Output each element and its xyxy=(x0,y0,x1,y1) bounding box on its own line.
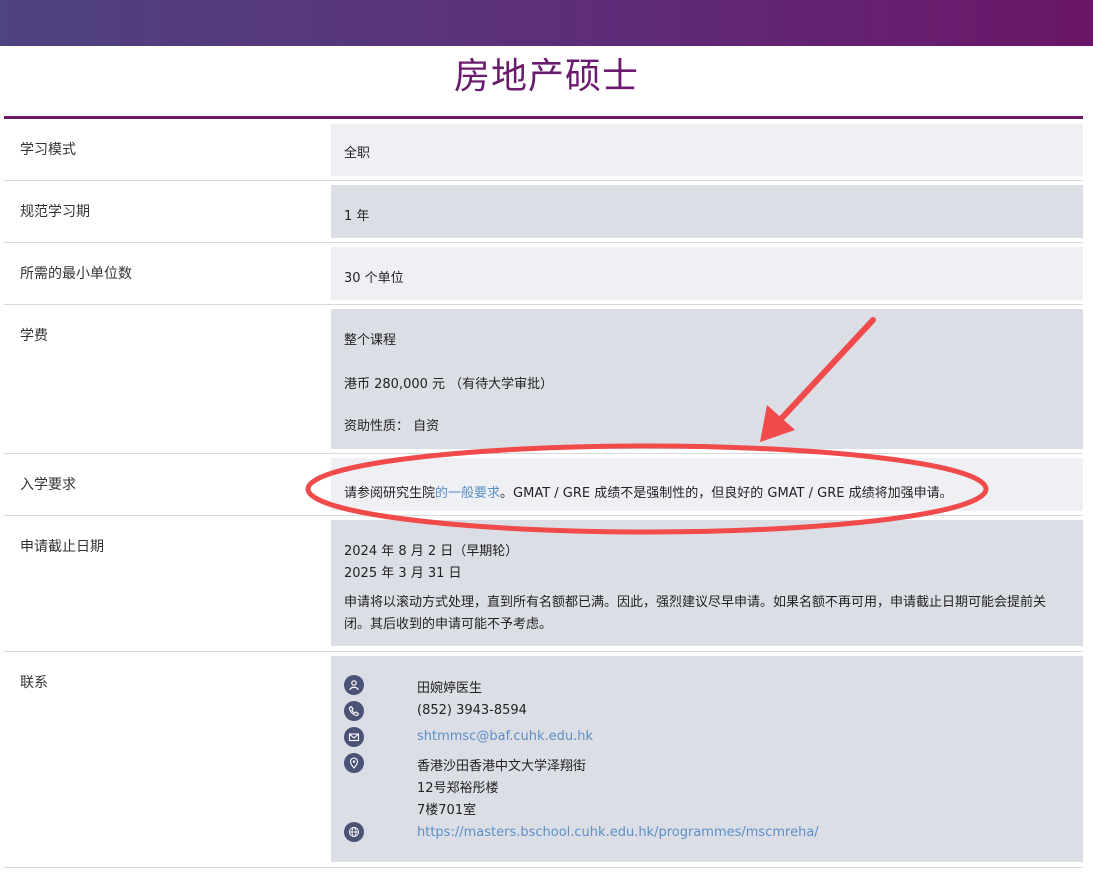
deadline-final: 2025 年 3 月 31 日 xyxy=(344,566,462,581)
row-label: 申请截止日期 xyxy=(20,539,104,555)
phone-icon xyxy=(344,701,364,721)
admission-suffix: 。GMAT / GRE 成绩不是强制性的，但良好的 GMAT / GRE 成绩将… xyxy=(500,486,953,501)
row-value-cell: 全职 xyxy=(331,124,1083,176)
row-label: 学习模式 xyxy=(20,142,76,158)
globe-icon xyxy=(344,822,364,842)
admission-prefix: 请参阅研究生院 xyxy=(344,486,436,501)
deadline-early: 2024 年 8 月 2 日（早期轮） xyxy=(344,544,519,559)
person-icon xyxy=(344,675,364,695)
fee-amount: 港币 280,000 元 （有待大学审批） xyxy=(344,377,554,392)
row-study-mode: 学习模式 全职 xyxy=(4,119,1083,181)
contact-address-line1: 香港沙田香港中文大学泽翔街 xyxy=(417,759,587,774)
email-icon xyxy=(344,727,364,747)
study-mode-value: 全职 xyxy=(344,146,371,161)
contact-website-link[interactable]: https://masters.bschool.cuhk.edu.hk/prog… xyxy=(417,825,819,840)
location-pin-icon xyxy=(344,753,364,773)
row-label: 学费 xyxy=(20,328,48,344)
row-deadline: 申请截止日期 2024 年 8 月 2 日（早期轮） 2025 年 3 月 31… xyxy=(4,516,1083,652)
row-duration: 规范学习期 1 年 xyxy=(4,181,1083,243)
top-banner xyxy=(0,0,1093,46)
row-value-cell: 30 个单位 xyxy=(331,247,1083,300)
row-label: 规范学习期 xyxy=(20,204,90,220)
row-admission: 入学要求 请参阅研究生院的一般要求。GMAT / GRE 成绩不是强制性的，但良… xyxy=(4,454,1083,516)
contact-address-line3: 7楼701室 xyxy=(417,803,477,818)
row-value-cell: 2024 年 8 月 2 日（早期轮） 2025 年 3 月 31 日 申请将以… xyxy=(331,520,1083,646)
row-contact: 联系 田婉婷医生 (852) 3943-8594 shtmmsc@baf.cuh… xyxy=(4,652,1083,868)
row-divider xyxy=(4,867,1083,868)
fee-scope: 整个课程 xyxy=(344,333,397,348)
row-label: 入学要求 xyxy=(20,477,76,493)
contact-name: 田婉婷医生 xyxy=(417,681,483,696)
row-value-cell: 请参阅研究生院的一般要求。GMAT / GRE 成绩不是强制性的，但良好的 GM… xyxy=(331,458,1083,511)
row-label: 所需的最小单位数 xyxy=(20,266,132,282)
contact-phone: (852) 3943-8594 xyxy=(417,703,527,718)
duration-value: 1 年 xyxy=(344,209,370,224)
deadline-note: 申请将以滚动方式处理，直到所有名额都已满。因此，强烈建议尽早申请。如果名额不再可… xyxy=(344,595,1047,632)
contact-cell: 田婉婷医生 (852) 3943-8594 shtmmsc@baf.cuhk.e… xyxy=(331,656,1083,862)
units-value: 30 个单位 xyxy=(344,271,404,286)
row-value-cell: 整个课程 港币 280,000 元 （有待大学审批） 资助性质： 自资 xyxy=(331,309,1083,449)
fee-funding: 资助性质： 自资 xyxy=(344,419,440,434)
row-units: 所需的最小单位数 30 个单位 xyxy=(4,243,1083,305)
page-title: 房地产硕士 xyxy=(453,56,639,97)
general-requirements-link[interactable]: 的一般要求 xyxy=(435,486,500,501)
row-tuition-fee: 学费 整个课程 港币 280,000 元 （有待大学审批） 资助性质： 自资 xyxy=(4,305,1083,454)
contact-email-link[interactable]: shtmmsc@baf.cuhk.edu.hk xyxy=(417,729,593,744)
contact-address-line2: 12号郑裕彤楼 xyxy=(417,781,499,796)
admission-text: 请参阅研究生院的一般要求。GMAT / GRE 成绩不是强制性的，但良好的 GM… xyxy=(344,482,953,501)
row-value-cell: 1 年 xyxy=(331,185,1083,238)
row-label: 联系 xyxy=(20,675,48,691)
